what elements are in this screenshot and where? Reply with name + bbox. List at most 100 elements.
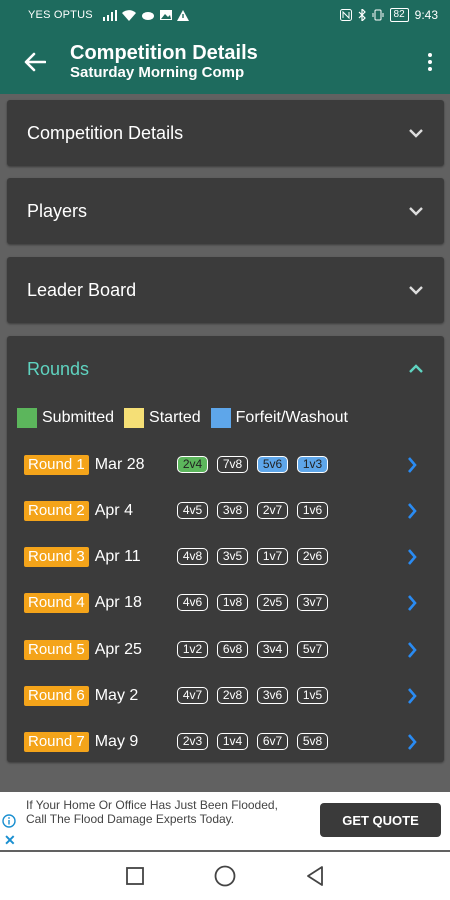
status-icons [102,9,189,21]
round-date: Apr 11 [94,548,141,565]
home-icon[interactable] [214,865,236,887]
round-tag: Round 4 [24,593,89,613]
section-players[interactable]: Players [7,178,444,244]
match-badge[interactable]: 4v8 [177,548,208,565]
close-icon[interactable]: ✕ [4,832,16,849]
info-icon[interactable] [2,814,16,828]
match-badge[interactable]: 3v4 [257,641,288,658]
round-tag: Round 7 [24,732,89,752]
page-title: Competition Details [70,42,258,64]
section-leader-board[interactable]: Leader Board [7,257,444,323]
clock: 9:43 [414,8,438,22]
chevron-right-icon[interactable] [406,733,418,751]
app-bar: Competition Details Saturday Morning Com… [0,30,450,94]
match-badge[interactable]: 4v5 [177,502,208,519]
match-badge[interactable]: 1v8 [217,594,248,611]
chevron-right-icon[interactable] [406,687,418,705]
match-badge[interactable]: 1v6 [297,502,328,519]
more-options-button[interactable] [410,53,450,71]
match-badge[interactable]: 2v5 [257,594,288,611]
legend-label: Forfeit/Washout [235,409,348,426]
match-badge[interactable]: 1v3 [297,456,328,473]
system-nav-bar [0,852,450,900]
round-tag: Round 1 [24,455,89,475]
match-badge[interactable]: 2v3 [177,733,208,750]
round-row[interactable]: Round 6 May 2 4v7 2v8 3v6 1v5 [24,685,424,707]
legend-label: Submitted [42,409,115,426]
section-competition-details[interactable]: Competition Details [7,100,444,166]
chevron-down-icon [409,129,423,138]
match-badge[interactable]: 1v5 [297,687,328,704]
match-badge[interactable]: 5v7 [297,641,328,658]
match-list: 1v2 6v8 3v4 5v7 [177,641,328,658]
chevron-right-icon[interactable] [406,641,418,659]
legend-swatch-forfeit [210,408,231,428]
round-row[interactable]: Round 2 Apr 4 4v5 3v8 2v7 1v6 [24,500,424,522]
bluetooth-icon [358,9,366,21]
round-date: Apr 4 [94,502,133,519]
match-badge[interactable]: 1v7 [257,548,288,565]
round-tag: Round 3 [24,547,89,567]
round-tag: Round 5 [24,640,89,660]
match-list: 4v7 2v8 3v6 1v5 [177,687,328,704]
match-list: 4v6 1v8 2v5 3v7 [177,594,328,611]
rounds-header[interactable]: Rounds [7,336,444,402]
match-badge[interactable]: 5v6 [257,456,288,473]
round-date: May 2 [94,687,139,704]
match-badge[interactable]: 6v7 [257,733,288,750]
chevron-right-icon[interactable] [406,548,418,566]
chevron-up-icon [409,364,423,373]
section-label: Competition Details [27,122,184,143]
get-quote-button[interactable]: GET QUOTE [320,803,441,837]
chevron-down-icon [409,286,423,295]
round-tag: Round 2 [24,501,89,521]
section-rounds: Rounds Submitted Started Forfeit/Washout… [7,336,444,762]
warning-icon [176,9,189,21]
chevron-right-icon[interactable] [406,594,418,612]
match-badge[interactable]: 2v6 [297,548,328,565]
match-badge[interactable]: 2v8 [217,687,248,704]
back-nav-icon[interactable] [306,866,324,886]
signal-icon [102,9,117,21]
recents-icon[interactable] [126,867,144,885]
legend-label: Started [149,409,201,426]
section-label: Rounds [27,358,90,379]
back-button[interactable] [0,52,70,72]
round-date: Mar 28 [94,456,145,473]
match-badge[interactable]: 2v7 [257,502,288,519]
round-row[interactable]: Round 4 Apr 18 4v6 1v8 2v5 3v7 [24,592,424,614]
round-date: Apr 18 [94,594,142,611]
ad-banner[interactable]: ✕ If Your Home Or Office Has Just Been F… [0,792,450,850]
battery-level: 82 [389,8,409,22]
round-row[interactable]: Round 3 Apr 11 4v8 3v5 1v7 2v6 [24,546,424,568]
page-subtitle: Saturday Morning Comp [70,64,245,81]
match-badge[interactable]: 4v7 [177,687,208,704]
chevron-right-icon[interactable] [406,502,418,520]
match-badge[interactable]: 7v8 [217,456,248,473]
round-row[interactable]: Round 5 Apr 25 1v2 6v8 3v4 5v7 [24,639,424,661]
chevron-down-icon [409,207,423,216]
ad-text: If Your Home Or Office Has Just Been Flo… [26,798,278,826]
match-badge[interactable]: 3v7 [297,594,328,611]
match-badge[interactable]: 2v4 [177,456,208,473]
match-badge[interactable]: 3v6 [257,687,288,704]
round-date: Apr 25 [94,641,142,658]
carrier-label: YES OPTUS [28,9,93,21]
match-list: 4v5 3v8 2v7 1v6 [177,502,328,519]
section-label: Players [27,200,88,221]
round-row[interactable]: Round 1 Mar 28 2v4 7v8 5v6 1v3 [24,454,424,476]
match-badge[interactable]: 4v6 [177,594,208,611]
image-icon [159,10,172,20]
legend-swatch-submitted [17,408,37,428]
round-tag: Round 6 [24,686,89,706]
section-label: Leader Board [27,279,137,300]
nfc-icon [339,9,352,21]
match-badge[interactable]: 1v2 [177,641,208,658]
round-row[interactable]: Round 7 May 9 2v3 1v4 6v7 5v8 [24,731,424,753]
match-badge[interactable]: 3v5 [217,548,248,565]
match-badge[interactable]: 3v8 [217,502,248,519]
match-badge[interactable]: 6v8 [217,641,248,658]
match-badge[interactable]: 5v8 [297,733,328,750]
chevron-right-icon[interactable] [406,456,418,474]
match-badge[interactable]: 1v4 [217,733,248,750]
